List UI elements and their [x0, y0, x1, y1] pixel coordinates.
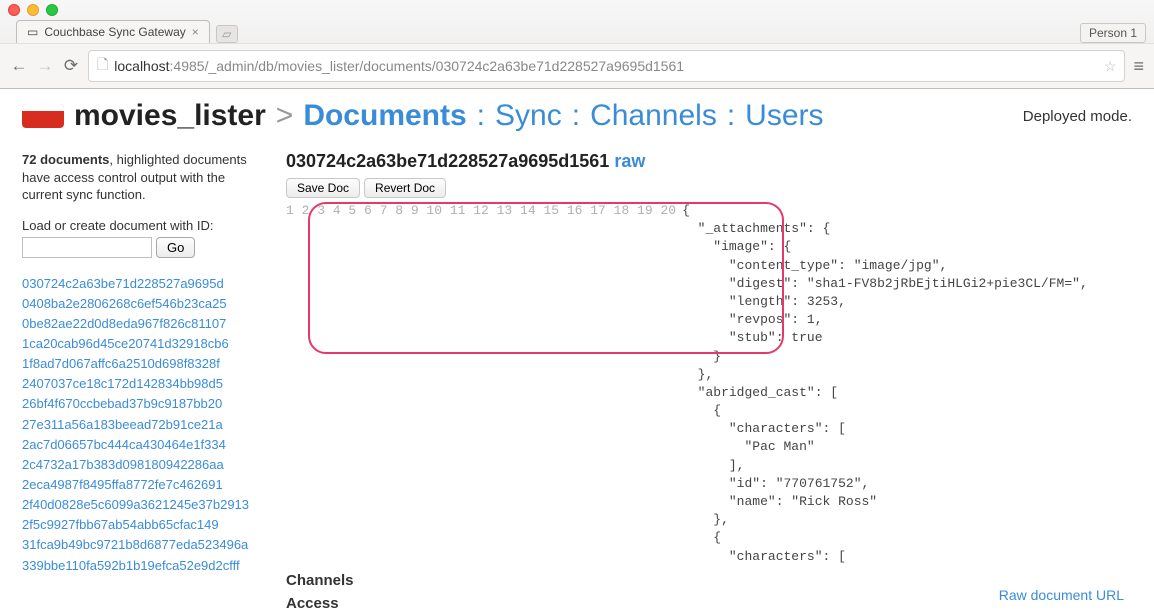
document-id-heading: 030724c2a63be71d228527a9695d1561: [286, 151, 609, 171]
window-close-icon[interactable]: [8, 4, 20, 16]
doc-list-item[interactable]: 2ac7d06657bc444ca430464e1f334: [22, 435, 268, 455]
doc-list-item[interactable]: 1f8ad7d067affc6a2510d698f8328f: [22, 354, 268, 374]
address-bar[interactable]: 🗋 localhost :4985/_admin/db/movies_liste…: [88, 50, 1125, 82]
bookmark-icon[interactable]: ☆: [1104, 58, 1117, 75]
raw-document-url-link[interactable]: Raw document URL: [999, 587, 1124, 603]
url-host: localhost: [114, 58, 169, 74]
couchbase-logo-icon: [22, 104, 64, 128]
url-path: :4985/_admin/db/movies_lister/documents/…: [170, 58, 685, 74]
back-button[interactable]: ←: [10, 56, 28, 76]
nav-users[interactable]: Users: [745, 99, 823, 133]
doc-list-item[interactable]: 27e311a56a183beead72b91ce21a: [22, 415, 268, 435]
database-name[interactable]: movies_lister: [74, 99, 266, 133]
doc-list-item[interactable]: 0408ba2e2806268c6ef546b23ca25: [22, 294, 268, 314]
file-icon: 🗋: [97, 54, 108, 78]
summary-text: 72 documents, highlighted documents have…: [22, 151, 268, 204]
tab-title: Couchbase Sync Gateway: [44, 25, 185, 39]
doc-list-item[interactable]: 31fca9b49bc9721b8d6877eda523496a: [22, 535, 268, 555]
nav-sync[interactable]: Sync: [495, 99, 562, 133]
doc-list-item[interactable]: 2eca4987f8495ffa8772fe7c462691: [22, 475, 268, 495]
load-doc-label: Load or create document with ID:: [22, 218, 268, 233]
doc-list-item[interactable]: 2407037ce18c172d142834bb98d5: [22, 374, 268, 394]
doc-list-item[interactable]: 339bbe110fa592b1b19efca52e9d2cfff: [22, 556, 268, 576]
nav-documents[interactable]: Documents: [303, 99, 466, 133]
go-button[interactable]: Go: [156, 237, 195, 258]
json-editor[interactable]: 1 2 3 4 5 6 7 8 9 10 11 12 13 14 15 16 1…: [286, 202, 1132, 566]
doc-list-item[interactable]: 2f40d0828e5c6099a3621245e37b2913: [22, 495, 268, 515]
window-minimize-icon[interactable]: [27, 4, 39, 16]
breadcrumb-separator: >: [276, 99, 294, 133]
reload-button[interactable]: ⟳: [62, 56, 80, 76]
save-doc-button[interactable]: Save Doc: [286, 178, 360, 198]
doc-list-item[interactable]: 2f5c9927fbb67ab54abb65cfac149: [22, 515, 268, 535]
hamburger-menu-icon[interactable]: ≡: [1133, 56, 1144, 77]
doc-list-item[interactable]: 0be82ae22d0d8eda967f826c81107: [22, 314, 268, 334]
doc-list-item[interactable]: 030724c2a63be71d228527a9695d: [22, 274, 268, 294]
close-tab-icon[interactable]: ×: [192, 25, 199, 39]
forward-button[interactable]: →: [36, 56, 54, 76]
nav-channels[interactable]: Channels: [590, 99, 717, 133]
doc-list-item[interactable]: 26bf4f670ccbebad37b9c9187bb20: [22, 394, 268, 414]
mode-label: Deployed mode.: [1023, 108, 1132, 125]
window-zoom-icon[interactable]: [46, 4, 58, 16]
browser-tab[interactable]: ▭ Couchbase Sync Gateway ×: [16, 20, 210, 43]
raw-link[interactable]: raw: [614, 151, 645, 171]
profile-button[interactable]: Person 1: [1080, 23, 1146, 43]
doc-id-input[interactable]: [22, 237, 152, 258]
new-tab-button[interactable]: ▱: [216, 25, 238, 43]
page-icon: ▭: [27, 25, 38, 39]
doc-list-item[interactable]: 1ca20cab96d45ce20741d32918cb6: [22, 334, 268, 354]
revert-doc-button[interactable]: Revert Doc: [364, 178, 446, 198]
doc-list-item[interactable]: 2c4732a17b383d098180942286aa: [22, 455, 268, 475]
